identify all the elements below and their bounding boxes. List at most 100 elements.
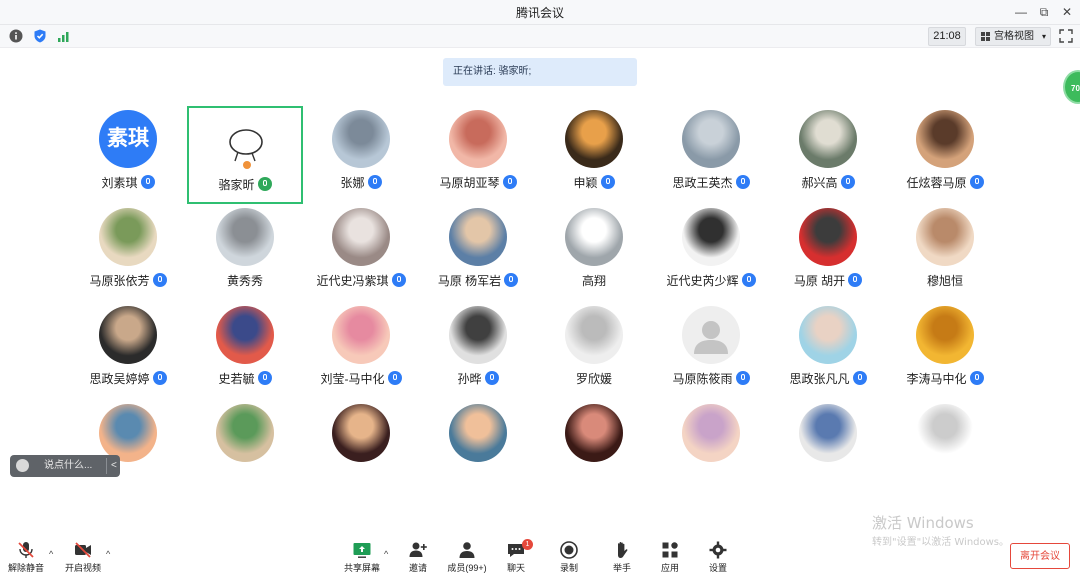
network-status-badge[interactable]: 70 — [1063, 70, 1080, 104]
participant-tile[interactable]: 近代史冯紫琪 — [303, 204, 419, 302]
close-button[interactable]: ✕ — [1056, 3, 1078, 21]
restore-button[interactable]: ⧉ — [1033, 3, 1055, 21]
avatar — [99, 208, 157, 266]
leave-meeting-button[interactable]: 离开会议 — [1010, 543, 1070, 569]
collapse-chat-button[interactable]: < — [111, 455, 117, 477]
participant-tile[interactable]: 刘莹-马中化 — [303, 302, 419, 400]
avatar — [449, 110, 507, 168]
avatar — [799, 306, 857, 364]
participant-tile[interactable]: 罗欣媛 — [536, 302, 652, 400]
members-icon — [459, 542, 475, 558]
record-icon — [560, 541, 578, 559]
participant-name-text: 近代史芮少辉 — [666, 274, 739, 288]
start-video-label: 开启视频 — [64, 563, 101, 573]
mic-status-icon — [140, 175, 155, 189]
activation-watermark-sub: 转到"设置"以激活 Windows。 — [872, 537, 1010, 548]
unmute-button[interactable]: 解除静音 — [1, 537, 51, 576]
participant-name: 刘素琪 — [70, 174, 186, 191]
info-icon[interactable] — [8, 28, 24, 44]
meeting-toolbar: 21:08 宫格视图 ▾ — [0, 25, 1080, 48]
participant-name-text: 马原 杨军岩 — [437, 274, 502, 288]
participant-name: 史若毓 — [187, 370, 303, 387]
participant-name-text: 思政吴婷婷 — [89, 372, 150, 386]
meeting-clock: 21:08 — [928, 27, 966, 46]
participant-name-text: 张娜 — [340, 176, 365, 190]
participant-tile[interactable]: 申颖 — [536, 106, 652, 204]
speaking-banner: 正在讲话: 骆家昕; — [443, 58, 637, 86]
mic-status-icon — [257, 371, 272, 385]
view-mode-button[interactable]: 宫格视图 ▾ — [975, 27, 1051, 46]
speech-bubble-icon — [218, 112, 276, 170]
chevron-up-icon[interactable]: ^ — [106, 549, 110, 559]
avatar — [216, 404, 274, 462]
participant-tile[interactable]: 骆家昕 — [187, 106, 303, 204]
avatar — [565, 110, 623, 168]
invite-icon — [409, 542, 427, 557]
minimize-button[interactable]: — — [1010, 3, 1032, 21]
participant-name: 黄秀秀 — [187, 272, 303, 289]
participant-tile[interactable]: 张娜 — [303, 106, 419, 204]
hand-icon — [618, 542, 628, 558]
settings-label: 设置 — [708, 563, 727, 573]
avatar — [449, 306, 507, 364]
chevron-down-icon: ▾ — [1041, 32, 1046, 41]
participant-tile[interactable]: 穆旭恒 — [887, 204, 1003, 302]
avatar — [799, 110, 857, 168]
chevron-up-icon[interactable]: ^ — [49, 549, 53, 559]
participant-tile[interactable]: 李涛马中化 — [887, 302, 1003, 400]
participant-tile[interactable]: 近代史芮少辉 — [653, 204, 769, 302]
participant-tile[interactable]: 任炫蓉马原 — [887, 106, 1003, 204]
mic-status-icon — [848, 273, 863, 287]
chat-input[interactable]: 说点什么... < — [10, 455, 120, 477]
participant-name: 马原陈筱雨 — [653, 370, 769, 387]
participant-tile[interactable]: 马原 杨军岩 — [420, 204, 536, 302]
participant-tile[interactable]: 马原胡亚琴 — [420, 106, 536, 204]
participant-name-text: 黄秀秀 — [226, 274, 263, 288]
participant-tile[interactable]: 思政张凡凡 — [770, 302, 886, 400]
fullscreen-icon[interactable] — [1058, 28, 1074, 44]
divider — [106, 458, 107, 474]
avatar — [682, 110, 740, 168]
signal-icon[interactable] — [56, 28, 72, 44]
start-video-button[interactable]: 开启视频 — [58, 537, 108, 576]
participant-name: 马原张依芳 — [70, 272, 186, 289]
participant-tile[interactable]: 思政吴婷婷 — [70, 302, 186, 400]
participant-tile[interactable]: 史若毓 — [187, 302, 303, 400]
participant-tile[interactable]: 马原陈筱雨 — [653, 302, 769, 400]
participant-tile[interactable]: 孙晔 — [420, 302, 536, 400]
participant-tile[interactable]: 马原张依芳 — [70, 204, 186, 302]
participant-name-text: 近代史冯紫琪 — [316, 274, 389, 288]
avatar — [332, 208, 390, 266]
mic-status-icon — [969, 371, 984, 385]
avatar — [916, 208, 974, 266]
avatar: 素琪 — [99, 110, 157, 168]
participant-name: 骆家昕 — [189, 176, 301, 193]
participant-tile[interactable]: 郝兴高 — [770, 106, 886, 204]
participant-tile[interactable]: 素琪 刘素琪 — [70, 106, 186, 204]
emoji-icon[interactable] — [16, 459, 29, 472]
participant-name: 孙晔 — [420, 370, 536, 387]
apps-icon — [662, 542, 678, 558]
share-screen-button[interactable]: 共享屏幕 — [337, 537, 387, 576]
chevron-up-icon[interactable]: ^ — [384, 549, 388, 559]
participant-name-text: 马原胡亚琴 — [439, 176, 500, 190]
avatar — [332, 404, 390, 462]
mic-status-icon — [504, 273, 519, 287]
settings-button[interactable]: 设置 — [693, 537, 743, 576]
participant-tile[interactable]: 黄秀秀 — [187, 204, 303, 302]
avatar — [332, 110, 390, 168]
participant-name: 近代史冯紫琪 — [303, 272, 419, 289]
mic-status-icon — [257, 177, 272, 191]
avatar — [565, 404, 623, 462]
participant-tile[interactable]: 高翔 — [536, 204, 652, 302]
chat-unread-badge: 1 — [522, 539, 533, 550]
participant-name: 张娜 — [303, 174, 419, 191]
participant-tile[interactable]: 思政王英杰 — [653, 106, 769, 204]
default-avatar-icon — [682, 306, 740, 364]
shield-icon[interactable] — [32, 28, 48, 44]
participant-tile[interactable]: 马原 胡开 — [770, 204, 886, 302]
participant-name-text: 孙晔 — [457, 372, 482, 386]
mic-status-icon — [735, 175, 750, 189]
participant-name: 穆旭恒 — [887, 272, 1003, 289]
participant-name-text: 骆家昕 — [218, 178, 255, 192]
